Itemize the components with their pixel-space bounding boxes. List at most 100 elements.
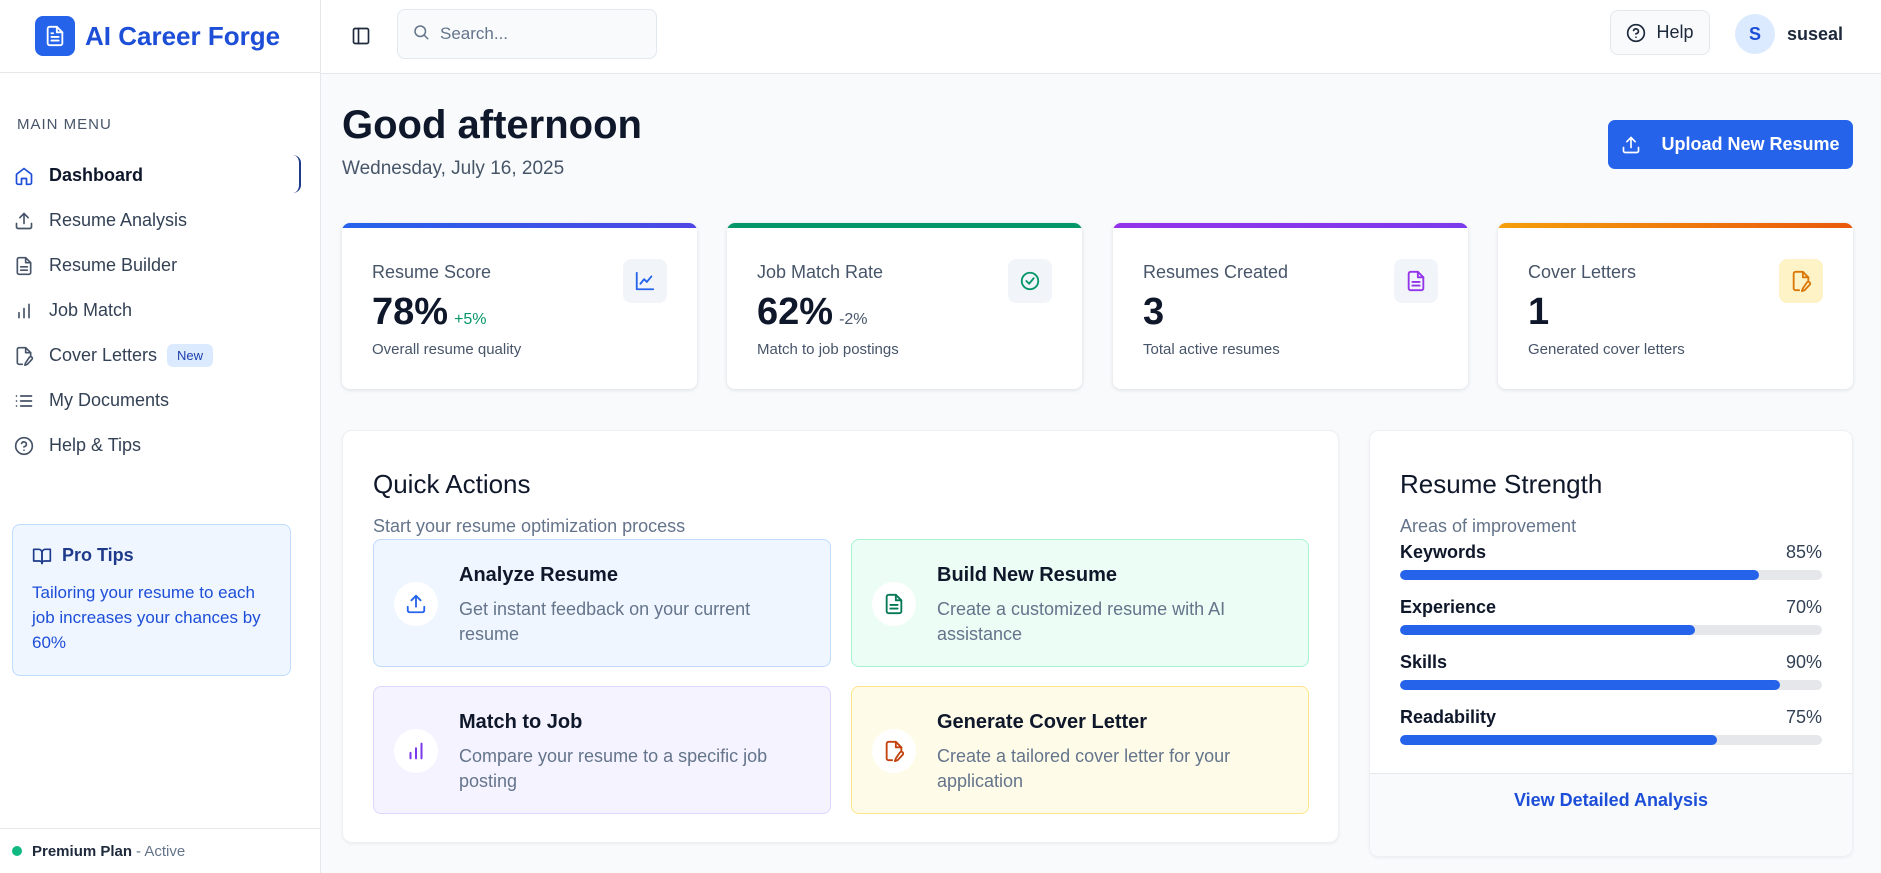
sidebar-item-label: Resume Analysis xyxy=(49,210,188,230)
stat-number: 78% xyxy=(372,291,449,333)
skill-percent: 70% xyxy=(1785,597,1822,617)
quick-actions-panel: Quick Actions Start your resume optimiza… xyxy=(342,430,1339,843)
help-circle-icon xyxy=(1626,23,1646,43)
skill-name: Readability xyxy=(1400,707,1497,727)
stat-accent-bar xyxy=(1498,223,1853,228)
avatar: S xyxy=(1735,14,1775,54)
stat-label: Cover Letters xyxy=(1528,262,1637,282)
document-icon xyxy=(13,255,35,277)
action-title: Match to Job xyxy=(459,711,583,733)
book-icon xyxy=(32,546,52,566)
skill-name: Experience xyxy=(1400,597,1497,617)
upload-icon xyxy=(394,582,438,626)
upload-resume-button[interactable]: Upload New Resume xyxy=(1608,120,1853,169)
pro-tips-body: Tailoring your resume to each job increa… xyxy=(32,583,261,652)
user-name: suseal xyxy=(1787,23,1844,44)
sidebar-item-label: Resume Builder xyxy=(49,255,178,275)
view-detailed-analysis-link[interactable]: View Detailed Analysis xyxy=(1370,790,1852,811)
stat-number: 62% xyxy=(757,291,834,333)
document-icon xyxy=(35,16,75,56)
help-label: Help xyxy=(1656,22,1694,42)
action-description: Create a customized resume with AI assis… xyxy=(937,599,1226,644)
sidebar-item-resume-analysis[interactable]: Resume Analysis xyxy=(0,198,301,243)
progress-track xyxy=(1400,570,1822,580)
sidebar-item-label: Help & Tips xyxy=(49,435,142,455)
stat-value: 3 xyxy=(1143,291,1165,333)
current-date: Wednesday, July 16, 2025 xyxy=(342,158,565,179)
match-to-job-card[interactable]: Match to Job Compare your resume to a sp… xyxy=(373,686,831,814)
skill-name: Keywords xyxy=(1400,542,1487,562)
plan-state: - Active xyxy=(136,842,186,860)
line-chart-icon xyxy=(623,259,667,303)
stat-accent-bar xyxy=(1113,223,1468,228)
action-title: Build New Resume xyxy=(937,564,1118,586)
user-menu[interactable]: S suseal xyxy=(1735,14,1843,54)
sidebar-item-help-tips[interactable]: Help & Tips xyxy=(0,423,301,468)
stat-accent-bar xyxy=(727,223,1082,228)
status-dot xyxy=(12,846,22,856)
skill-experience: Experience 70% xyxy=(1400,597,1822,635)
stat-card-job-match-rate: Job Match Rate 62% -2% Match to job posti… xyxy=(727,223,1082,389)
app-title: AI Career Forge xyxy=(85,20,281,51)
help-circle-icon xyxy=(13,435,35,457)
brand[interactable]: AI Career Forge xyxy=(0,0,320,73)
search-icon xyxy=(412,23,430,46)
sidebar-item-my-documents[interactable]: My Documents xyxy=(0,378,301,423)
stat-value: 1 xyxy=(1528,291,1550,333)
progress-track xyxy=(1400,680,1822,690)
sidebar-nav: Dashboard Resume Analysis Resume Builder… xyxy=(0,153,301,468)
search-input[interactable] xyxy=(440,24,640,44)
build-resume-card[interactable]: Build New Resume Create a customized res… xyxy=(851,539,1309,667)
stat-label: Resumes Created xyxy=(1143,262,1289,282)
sidebar-item-resume-builder[interactable]: Resume Builder xyxy=(0,243,301,288)
menu-title: MAIN MENU xyxy=(17,116,112,133)
resume-strength-panel: Resume Strength Areas of improvement Key… xyxy=(1369,430,1853,857)
bar-chart-icon xyxy=(13,300,35,322)
stat-delta: -2% xyxy=(839,311,868,328)
skill-name: Skills xyxy=(1400,652,1448,672)
document-icon xyxy=(872,582,916,626)
skill-percent: 90% xyxy=(1785,652,1822,672)
sidebar-item-label: My Documents xyxy=(49,390,170,410)
stat-value: 78% +5% xyxy=(372,291,487,334)
topbar: Help S suseal xyxy=(321,0,1881,74)
quick-actions-title: Quick Actions xyxy=(373,469,531,499)
progress-fill xyxy=(1400,570,1759,580)
help-button[interactable]: Help xyxy=(1610,10,1710,55)
stat-sub: Match to job postings xyxy=(757,341,899,358)
sidebar-item-cover-letters[interactable]: Cover Letters New xyxy=(0,333,301,378)
upload-icon xyxy=(1621,135,1641,155)
stat-card-cover-letters: Cover Letters 1 Generated cover letters xyxy=(1498,223,1853,389)
progress-fill xyxy=(1400,735,1717,745)
sidebar-item-dashboard[interactable]: Dashboard xyxy=(0,153,301,198)
home-icon xyxy=(13,165,35,187)
action-description: Compare your resume to a specific job po… xyxy=(459,746,768,791)
quick-actions-subtitle: Start your resume optimization process xyxy=(373,516,686,536)
skill-skills: Skills 90% xyxy=(1400,652,1822,690)
stat-label: Resume Score xyxy=(372,262,492,282)
sidebar-item-label: Cover Letters xyxy=(49,345,158,365)
action-description: Get instant feedback on your current res… xyxy=(459,599,751,644)
search-box[interactable] xyxy=(397,9,657,59)
sidebar-item-job-match[interactable]: Job Match xyxy=(0,288,301,333)
document-icon xyxy=(1394,259,1438,303)
sidebar-item-label: Job Match xyxy=(49,300,133,320)
pro-tips-title: Pro Tips xyxy=(62,545,134,565)
sidebar: AI Career Forge MAIN MENU Dashboard Resu… xyxy=(0,0,321,873)
skill-keywords: Keywords 85% xyxy=(1400,542,1822,580)
stat-card-resume-score: Resume Score 78% +5% Overall resume quali… xyxy=(342,223,697,389)
skill-percent: 75% xyxy=(1785,707,1822,727)
stat-label: Job Match Rate xyxy=(757,262,884,282)
pro-tips-card: Pro Tips Tailoring your resume to each j… xyxy=(12,524,291,676)
generate-cover-letter-card[interactable]: Generate Cover Letter Create a tailored … xyxy=(851,686,1309,814)
stat-sub: Generated cover letters xyxy=(1528,341,1685,358)
sidebar-toggle-icon[interactable] xyxy=(347,22,375,50)
file-signature-icon xyxy=(1779,259,1823,303)
plan-status: Premium Plan - Active xyxy=(0,828,321,873)
stat-delta: +5% xyxy=(454,311,487,328)
check-circle-icon xyxy=(1008,259,1052,303)
list-icon xyxy=(13,390,35,412)
resume-strength-subtitle: Areas of improvement xyxy=(1400,516,1577,536)
skill-percent: 85% xyxy=(1785,542,1822,562)
analyze-resume-card[interactable]: Analyze Resume Get instant feedback on y… xyxy=(373,539,831,667)
